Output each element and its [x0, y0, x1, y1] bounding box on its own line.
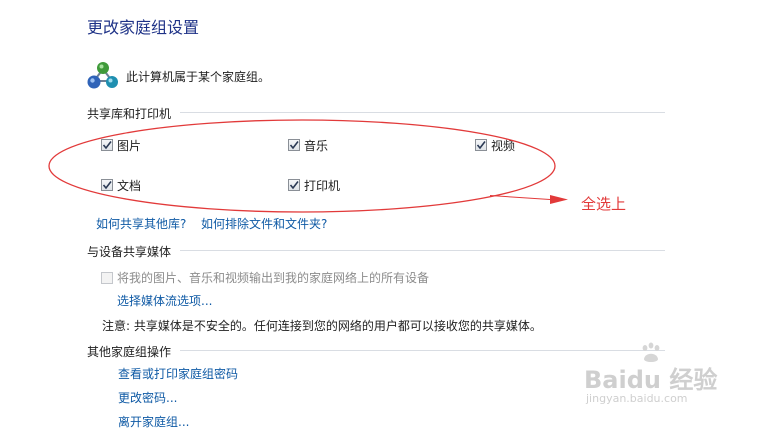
checkbox-stream-media: [101, 272, 113, 284]
homegroup-icon: [87, 62, 118, 89]
link-leave-homegroup[interactable]: 离开家庭组...: [118, 413, 189, 430]
page-title: 更改家庭组设置: [87, 18, 200, 37]
link-share-other-libraries[interactable]: 如何共享其他库?: [96, 215, 186, 232]
watermark-url: jingyan.baidu.com: [586, 392, 688, 405]
section-title-other-actions: 其他家庭组操作: [87, 345, 172, 359]
section-divider: [180, 250, 665, 251]
homegroup-intro-text: 此计算机属于某个家庭组。: [126, 70, 271, 84]
link-view-print-password[interactable]: 查看或打印家庭组密码: [118, 365, 238, 382]
annotation-arrow-icon: [490, 195, 568, 204]
media-security-note: 注意: 共享媒体是不安全的。任何连接到您的网络的用户都可以接收您的共享媒体。: [102, 319, 542, 333]
link-change-password[interactable]: 更改密码...: [118, 389, 177, 406]
checkbox-label-stream-media: 将我的图片、音乐和视频输出到我的家庭网络上的所有设备: [117, 271, 430, 285]
link-media-streaming-options[interactable]: 选择媒体流选项...: [117, 292, 212, 309]
link-exclude-files[interactable]: 如何排除文件和文件夹?: [201, 215, 327, 232]
annotation-label: 全选上: [581, 195, 627, 213]
baidu-watermark: Baidu 经验 jingyan.baidu.com: [584, 342, 724, 412]
section-divider: [180, 112, 665, 113]
section-title-media: 与设备共享媒体: [87, 245, 172, 259]
watermark-brand: Baidu 经验: [584, 366, 718, 394]
